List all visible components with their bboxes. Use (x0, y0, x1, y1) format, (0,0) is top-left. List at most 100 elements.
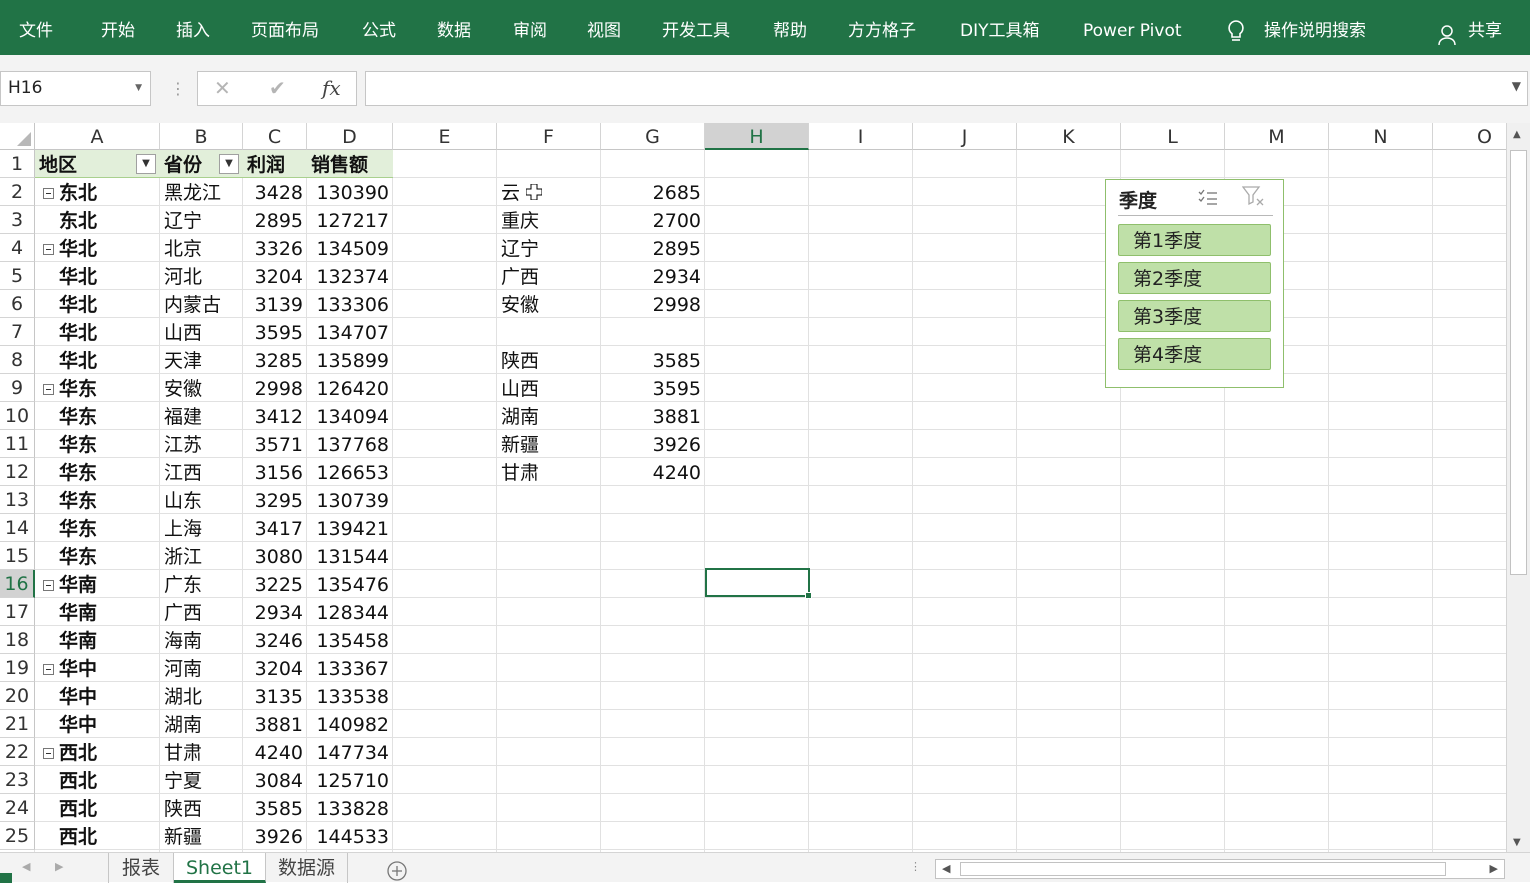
row-header-11[interactable]: 11 (0, 430, 35, 458)
pivot-province-cell[interactable]: 广东 (164, 570, 243, 598)
province-name-cell[interactable]: 湖南 (501, 402, 601, 430)
scroll-left-icon[interactable]: ◀ (942, 862, 950, 875)
province-filter-button[interactable]: ▼ (219, 154, 239, 174)
pivot-region-cell[interactable]: 华中 (59, 682, 160, 710)
pivot-sales-cell[interactable]: 134707 (311, 318, 393, 346)
pivot-sales-cell[interactable]: 135458 (311, 626, 393, 654)
ribbon-tab[interactable]: 视图 (587, 0, 621, 55)
cancel-icon[interactable]: ✕ (214, 76, 231, 100)
row-header-12[interactable]: 12 (0, 458, 35, 486)
select-all-button[interactable] (0, 123, 35, 150)
ribbon-tab[interactable]: DIY工具箱 (960, 0, 1040, 55)
ribbon-tab[interactable]: 方方格子 (848, 0, 916, 55)
pivot-sales-cell[interactable]: 133538 (311, 682, 393, 710)
column-header-e[interactable]: E (393, 123, 497, 150)
province-name-cell[interactable]: 辽宁 (501, 234, 601, 262)
column-header-l[interactable]: L (1121, 123, 1225, 150)
row-header-10[interactable]: 10 (0, 402, 35, 430)
horizontal-scroll-thumb[interactable] (960, 862, 1446, 876)
ribbon-tab[interactable]: 数据 (437, 0, 471, 55)
pivot-profit-cell[interactable]: 2895 (247, 206, 307, 234)
row-header-25[interactable]: 25 (0, 822, 35, 850)
pivot-sales-cell[interactable]: 127217 (311, 206, 393, 234)
pivot-province-cell[interactable]: 上海 (164, 514, 243, 542)
row-header-8[interactable]: 8 (0, 346, 35, 374)
slicer-item[interactable]: 第4季度 (1118, 338, 1271, 370)
pivot-region-cell[interactable]: 华东 (59, 430, 160, 458)
profit-value-cell[interactable]: 2934 (605, 262, 705, 290)
pivot-profit-cell[interactable]: 3926 (247, 822, 307, 850)
pivot-province-cell[interactable]: 湖北 (164, 682, 243, 710)
row-header-3[interactable]: 3 (0, 206, 35, 234)
row-header-19[interactable]: 19 (0, 654, 35, 682)
pivot-profit-cell[interactable]: 3246 (247, 626, 307, 654)
row-header-16[interactable]: 16 (0, 570, 35, 598)
sheet-tab[interactable]: Sheet1 (174, 853, 266, 883)
column-header-h[interactable]: H (705, 123, 809, 150)
collapse-group-icon[interactable] (43, 384, 54, 395)
row-header-17[interactable]: 17 (0, 598, 35, 626)
horizontal-scrollbar[interactable]: ◀ ▶ (935, 859, 1505, 879)
tab-splitter-icon[interactable]: ⋮ (910, 860, 921, 873)
pivot-sales-cell[interactable]: 135899 (311, 346, 393, 374)
formula-input[interactable]: ▼ (365, 71, 1528, 106)
pivot-region-cell[interactable]: 华北 (59, 262, 160, 290)
province-name-cell[interactable]: 安徽 (501, 290, 601, 318)
pivot-sales-cell[interactable]: 125710 (311, 766, 393, 794)
pivot-province-cell[interactable]: 辽宁 (164, 206, 243, 234)
pivot-region-cell[interactable]: 东北 (59, 178, 160, 206)
ribbon-tab[interactable]: 页面布局 (251, 0, 319, 55)
row-header-15[interactable]: 15 (0, 542, 35, 570)
worksheet-grid[interactable]: A B C D E F G H I J K L M N O 1 2 3 4 5 6 7 8 9 10 11 12 13 14 15 16 17… (0, 123, 1506, 852)
pivot-region-cell[interactable]: 华东 (59, 402, 160, 430)
pivot-sales-cell[interactable]: 137768 (311, 430, 393, 458)
profit-value-cell[interactable]: 3585 (605, 346, 705, 374)
row-header-7[interactable]: 7 (0, 318, 35, 346)
scroll-down-icon[interactable]: ▼ (1513, 837, 1521, 848)
multi-select-icon[interactable] (1198, 189, 1218, 211)
share-button[interactable]: 共享 (1468, 0, 1502, 55)
slicer-item[interactable]: 第3季度 (1118, 300, 1271, 332)
quarter-slicer[interactable]: 季度 第1季度 第2季度 第3季度 第4季度 (1105, 179, 1284, 388)
ribbon-tab[interactable]: Power Pivot (1083, 0, 1182, 55)
pivot-profit-cell[interactable]: 3156 (247, 458, 307, 486)
pivot-province-cell[interactable]: 陕西 (164, 794, 243, 822)
pivot-profit-cell[interactable]: 3139 (247, 290, 307, 318)
pivot-province-cell[interactable]: 江西 (164, 458, 243, 486)
ribbon-tab[interactable]: 插入 (176, 0, 210, 55)
pivot-sales-cell[interactable]: 131544 (311, 542, 393, 570)
ribbon-tab[interactable]: 审阅 (513, 0, 547, 55)
pivot-province-cell[interactable]: 海南 (164, 626, 243, 654)
profit-value-cell[interactable]: 3926 (605, 430, 705, 458)
pivot-sales-cell[interactable]: 130390 (311, 178, 393, 206)
pivot-province-cell[interactable]: 甘肃 (164, 738, 243, 766)
tell-me-search[interactable]: 操作说明搜索 (1264, 0, 1366, 55)
column-header-g[interactable]: G (601, 123, 705, 150)
pivot-profit-cell[interactable]: 3412 (247, 402, 307, 430)
pivot-region-cell[interactable]: 华北 (59, 234, 160, 262)
pivot-region-cell[interactable]: 华南 (59, 570, 160, 598)
pivot-profit-cell[interactable]: 3585 (247, 794, 307, 822)
row-header-22[interactable]: 22 (0, 738, 35, 766)
pivot-sales-cell[interactable]: 140982 (311, 710, 393, 738)
expand-formula-icon[interactable]: ▼ (1512, 79, 1521, 93)
pivot-region-cell[interactable]: 华南 (59, 598, 160, 626)
collapse-group-icon[interactable] (43, 580, 54, 591)
pivot-profit-cell[interactable]: 3295 (247, 486, 307, 514)
insert-function-icon[interactable]: fx (322, 76, 341, 100)
column-header-j[interactable]: J (913, 123, 1017, 150)
pivot-profit-cell[interactable]: 3080 (247, 542, 307, 570)
pivot-profit-cell[interactable]: 2934 (247, 598, 307, 626)
pivot-region-cell[interactable]: 华东 (59, 486, 160, 514)
pivot-header-cell[interactable]: 利润 (247, 150, 307, 178)
chevron-down-icon[interactable]: ▼ (135, 72, 142, 105)
pivot-profit-cell[interactable]: 3084 (247, 766, 307, 794)
collapse-group-icon[interactable] (43, 244, 54, 255)
row-header-21[interactable]: 21 (0, 710, 35, 738)
pivot-sales-cell[interactable]: 132374 (311, 262, 393, 290)
pivot-profit-cell[interactable]: 3428 (247, 178, 307, 206)
pivot-region-cell[interactable]: 华东 (59, 514, 160, 542)
sheet-tab[interactable]: 报表 (108, 853, 174, 883)
pivot-profit-cell[interactable]: 3595 (247, 318, 307, 346)
row-header-13[interactable]: 13 (0, 486, 35, 514)
